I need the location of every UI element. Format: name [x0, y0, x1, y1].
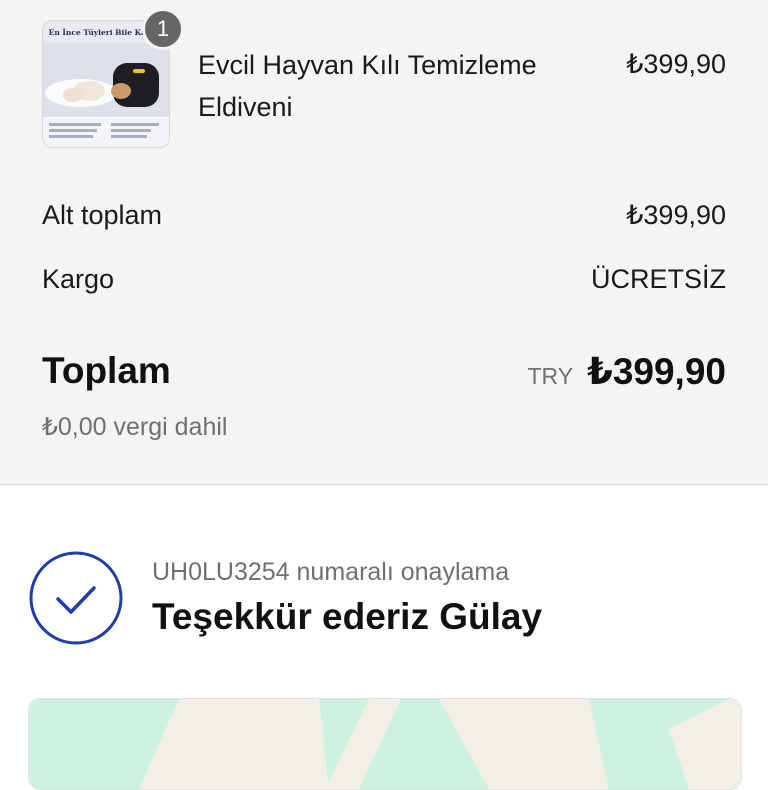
quantity-badge: 1	[142, 8, 184, 50]
order-summary: En İnce Tüyleri Bile Kaçır 1 Evcil Hayva…	[0, 0, 768, 485]
confirmation-number: UH0LU3254 numaralı onaylama	[152, 558, 510, 586]
check-circle-icon	[28, 550, 124, 646]
product-thumbnail-wrapper: En İnce Tüyleri Bile Kaçır 1	[42, 8, 184, 148]
map-card[interactable]	[28, 698, 742, 790]
total-label: Toplam	[42, 350, 171, 391]
product-price: ₺399,90	[626, 49, 726, 79]
map-image	[29, 699, 741, 789]
subtotal-label: Alt toplam	[42, 200, 163, 230]
total-amount: TRY ₺399,90	[527, 350, 726, 393]
thank-you-heading: Teşekkür ederiz Gülay	[152, 596, 543, 637]
shipping-label: Kargo	[42, 264, 115, 294]
tax-note: ₺0,00 vergi dahil	[42, 413, 228, 441]
subtotal-value: ₺399,90	[626, 200, 726, 230]
shipping-value: ÜCRETSİZ	[591, 264, 726, 294]
total-currency: TRY	[527, 363, 574, 389]
product-name: Evcil Hayvan Kılı Temizleme Eldiveni	[198, 50, 537, 122]
total-value: ₺399,90	[587, 351, 726, 392]
